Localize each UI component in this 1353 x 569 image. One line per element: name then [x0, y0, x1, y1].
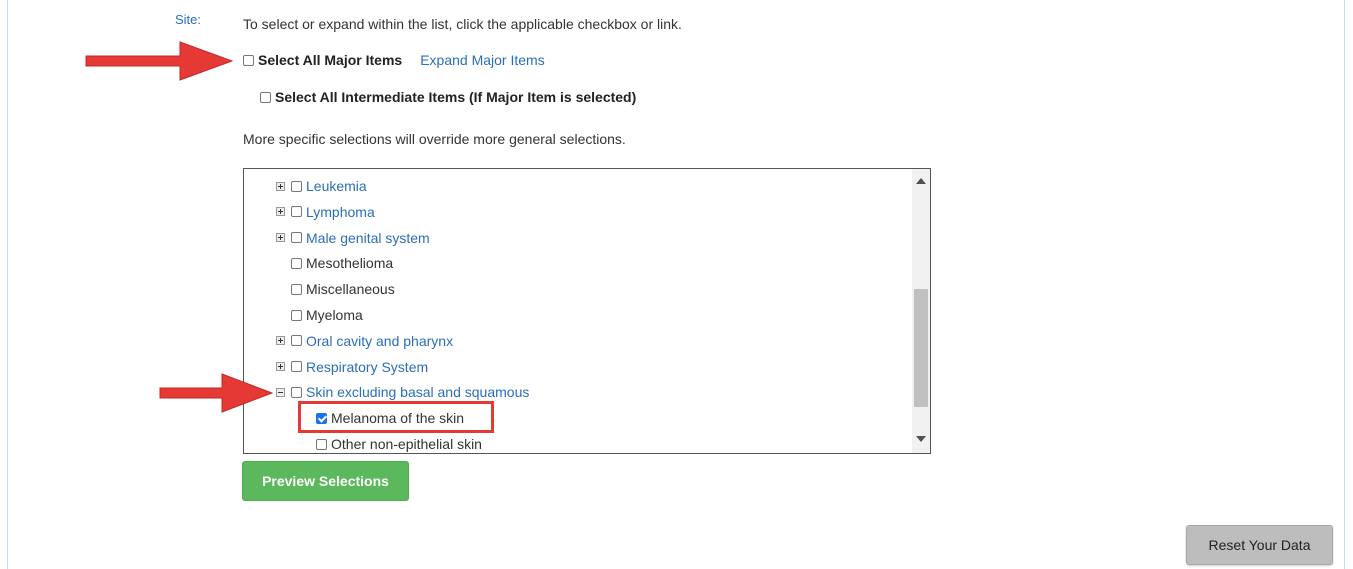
scroll-up-arrow-icon[interactable] — [916, 178, 926, 184]
list-item: Other non-epithelial skin — [316, 435, 482, 453]
list-item-checkbox[interactable] — [291, 232, 302, 244]
list-item-checkbox[interactable] — [291, 257, 302, 269]
list-item: Miscellaneous — [276, 280, 395, 298]
list-item-label[interactable]: Lymphoma — [306, 204, 375, 220]
list-item-label[interactable]: Respiratory System — [306, 359, 428, 375]
scroll-down-arrow-icon[interactable] — [916, 436, 926, 442]
select-all-intermediate-label: Select All Intermediate Items (If Major … — [275, 89, 637, 105]
list-item-label: Other non-epithelial skin — [331, 436, 482, 452]
listbox-scrollbar[interactable] — [912, 169, 930, 453]
expand-major-items-link[interactable]: Expand Major Items — [420, 52, 545, 68]
list-item-checkbox[interactable] — [291, 361, 302, 373]
site-listbox[interactable]: Leukemia Lymphoma Male genital system Mesot… — [243, 168, 931, 454]
site-selection-panel: Site: To select or expand within the lis… — [0, 0, 1353, 569]
red-arrow-icon — [85, 41, 234, 81]
list-item-label[interactable]: Skin excluding basal and squamous — [306, 384, 529, 400]
list-item-checkbox[interactable] — [291, 309, 302, 321]
list-item-label[interactable]: Leukemia — [306, 178, 367, 194]
expand-toggle-icon[interactable] — [276, 336, 285, 346]
list-item: Male genital system — [276, 229, 430, 247]
collapse-toggle-icon[interactable] — [276, 387, 285, 397]
list-item-label[interactable]: Male genital system — [306, 230, 430, 246]
list-item-label[interactable]: Oral cavity and pharynx — [306, 333, 453, 349]
red-arrow-icon — [159, 373, 274, 413]
expand-toggle-icon[interactable] — [276, 362, 285, 372]
expand-toggle-icon[interactable] — [276, 181, 285, 191]
expand-toggle-icon[interactable] — [276, 233, 285, 243]
scroll-thumb[interactable] — [914, 289, 928, 407]
preview-selections-button[interactable]: Preview Selections — [242, 461, 409, 501]
select-all-major-label: Select All Major Items — [258, 52, 403, 68]
reset-your-data-button[interactable]: Reset Your Data — [1186, 525, 1333, 565]
list-item-checkbox[interactable] — [291, 335, 302, 347]
select-all-major-row: Select All Major Items Expand Major Item… — [243, 52, 545, 68]
select-all-intermediate-row: Select All Intermediate Items (If Major … — [260, 89, 636, 105]
select-all-major-checkbox[interactable] — [243, 54, 254, 66]
select-all-intermediate-checkbox[interactable] — [260, 91, 271, 103]
list-item-checkbox[interactable] — [316, 438, 327, 450]
list-item-checkbox[interactable] — [291, 180, 302, 192]
list-item: Skin excluding basal and squamous — [276, 383, 529, 401]
list-item: Oral cavity and pharynx — [276, 332, 453, 350]
panel-left-border — [7, 0, 8, 569]
list-item: Lymphoma — [276, 203, 375, 221]
list-item: Respiratory System — [276, 358, 428, 376]
override-note: More specific selections will override m… — [243, 131, 626, 147]
expand-toggle-icon[interactable] — [276, 207, 285, 217]
list-item: Myeloma — [276, 306, 363, 324]
site-label: Site: — [175, 12, 202, 27]
list-item-checkbox[interactable] — [291, 283, 302, 295]
panel-right-border — [1344, 0, 1345, 569]
list-item-label: Mesothelioma — [306, 255, 394, 272]
highlight-annotation — [298, 401, 494, 433]
list-item-label: Myeloma — [306, 307, 363, 323]
list-item: Mesothelioma — [276, 254, 393, 272]
instructions-text: To select or expand within the list, cli… — [243, 16, 682, 32]
list-item-checkbox[interactable] — [291, 206, 302, 218]
list-item-label: Miscellaneous — [306, 281, 395, 298]
list-item: Leukemia — [276, 177, 367, 195]
list-item-checkbox[interactable] — [291, 386, 302, 398]
